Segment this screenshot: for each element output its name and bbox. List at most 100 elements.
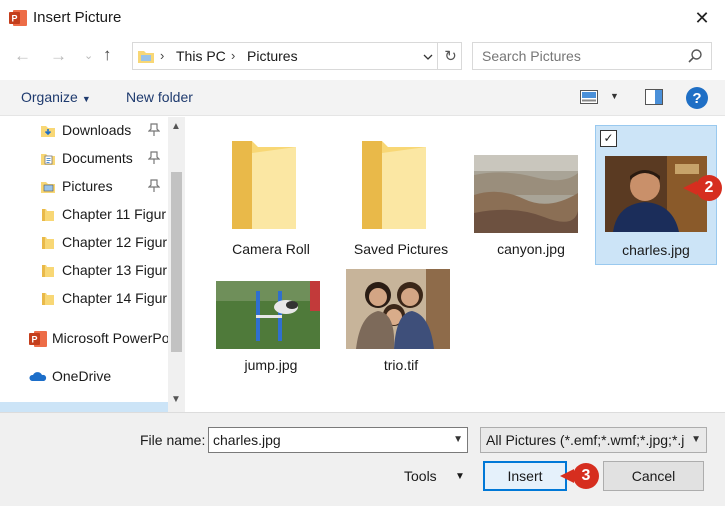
callout-arrow: [683, 181, 697, 195]
caret-down-icon: ▼: [81, 94, 91, 104]
breadcrumb-separator: ›: [231, 48, 236, 63]
sidebar-item-label: Chapter 11 Figur: [62, 206, 167, 222]
file-name: Camera Roll: [232, 241, 310, 257]
navigation-bar: ← → ⌄ ↑ › This PC › Pictures ↻ Search Pi…: [0, 38, 725, 74]
canyon-thumbnail: [474, 155, 578, 233]
back-button[interactable]: ←: [14, 46, 31, 66]
powerpoint-icon: P: [9, 10, 27, 26]
change-view-icon[interactable]: [580, 90, 598, 104]
documents-folder-icon: [41, 154, 55, 165]
sidebar-item-label: Downloads: [62, 122, 132, 138]
step-callout-3: 3: [573, 463, 599, 489]
jump-thumbnail: [216, 281, 320, 349]
breadcrumb-pictures[interactable]: Pictures: [247, 48, 298, 64]
pictures-folder-icon: [41, 182, 55, 193]
up-button[interactable]: ↑: [103, 45, 112, 65]
help-icon[interactable]: ?: [686, 87, 708, 109]
sidebar-item-label: Chapter 13 Figur: [62, 262, 168, 278]
close-button[interactable]: ✕: [679, 0, 725, 36]
sidebar-item-label: Documents: [62, 150, 133, 166]
sidebar-item-label: Pictures: [62, 178, 113, 194]
sidebar-item-chapter-13[interactable]: Chapter 13 Figur: [0, 257, 168, 285]
sidebar-item-label: OneDrive: [52, 368, 112, 384]
file-item-jump[interactable]: jump.jpg: [210, 265, 332, 405]
file-name: jump.jpg: [244, 357, 298, 373]
sidebar-scrollbar[interactable]: ▲ ▼: [168, 117, 185, 412]
folder-icon: [232, 141, 296, 229]
address-dropdown[interactable]: [419, 49, 437, 65]
selection-checkbox[interactable]: ✓: [600, 130, 617, 147]
scroll-down-icon[interactable]: ▼: [171, 394, 181, 405]
cancel-button[interactable]: Cancel: [603, 461, 704, 491]
file-item-trio[interactable]: trio.tif: [340, 265, 462, 405]
onedrive-icon: [29, 372, 47, 381]
pin-icon: [148, 151, 160, 164]
pin-icon: [148, 179, 160, 192]
sidebar-item-label: Chapter 14 Figur: [62, 290, 168, 306]
search-box[interactable]: Search Pictures: [472, 42, 712, 70]
download-folder-icon: [41, 126, 55, 137]
sidebar-item-label: Chapter 12 Figur: [62, 234, 168, 250]
file-name-value[interactable]: charles.jpg: [213, 432, 281, 448]
organize-label: Organize: [21, 89, 78, 105]
breadcrumb-separator: ›: [160, 48, 165, 63]
pictures-folder-icon: [138, 51, 154, 63]
refresh-button[interactable]: ↻: [437, 43, 463, 69]
window-title: Insert Picture: [33, 9, 122, 26]
sidebar-item-documents[interactable]: Documents: [0, 145, 168, 173]
refresh-icon: ↻: [444, 48, 457, 65]
sidebar-item-label: Microsoft PowerPo: [52, 330, 170, 346]
file-item-camera-roll[interactable]: Camera Roll: [210, 125, 332, 265]
file-item-saved-pictures[interactable]: Saved Pictures: [340, 125, 462, 265]
chevron-down-icon: [423, 54, 433, 60]
sidebar-item-chapter-11[interactable]: Chapter 11 Figur: [0, 201, 168, 229]
preview-pane-icon[interactable]: [645, 89, 663, 105]
tools-caret-icon[interactable]: ▼: [455, 471, 465, 482]
folder-icon: [42, 293, 54, 305]
insert-button[interactable]: Insert: [483, 461, 567, 491]
file-name: Saved Pictures: [353, 241, 449, 257]
pin-icon: [148, 123, 160, 136]
view-options-caret[interactable]: ▼: [610, 91, 619, 101]
sidebar-item-chapter-12[interactable]: Chapter 12 Figur: [0, 229, 168, 257]
powerpoint-icon: P: [29, 331, 47, 347]
file-name: trio.tif: [383, 357, 419, 373]
breadcrumb-this-pc[interactable]: This PC: [176, 48, 226, 64]
callout-arrow: [560, 469, 574, 483]
navigation-pane: Downloads Documents Pictures Chapter 11 …: [0, 117, 186, 412]
file-type-value: All Pictures (*.emf;*.wmf;*.jpg;*.j: [486, 432, 685, 448]
new-folder-button[interactable]: New folder: [126, 89, 193, 105]
file-type-select[interactable]: All Pictures (*.emf;*.wmf;*.jpg;*.j ▼: [480, 427, 707, 453]
file-name-label: File name:: [140, 432, 206, 448]
sidebar-item-chapter-14[interactable]: Chapter 14 Figur: [0, 285, 168, 313]
scrollbar-thumb[interactable]: [171, 172, 182, 352]
sidebar-item-pictures[interactable]: Pictures: [0, 173, 168, 201]
recent-locations-button[interactable]: ⌄: [84, 49, 93, 62]
sidebar-item-this-pc[interactable]: [0, 402, 168, 412]
command-bar: Organize ▼ New folder ▼ ?: [0, 80, 725, 116]
title-bar: P Insert Picture ✕: [0, 0, 725, 36]
file-name-field[interactable]: charles.jpg ▼: [208, 427, 468, 453]
folder-icon: [42, 265, 54, 277]
file-name: canyon.jpg: [497, 241, 565, 257]
address-bar[interactable]: › This PC › Pictures ↻: [132, 42, 462, 70]
close-icon: ✕: [694, 7, 710, 28]
folder-icon: [42, 209, 54, 221]
svg-text:P: P: [11, 14, 17, 24]
folder-icon: [42, 237, 54, 249]
forward-button[interactable]: →: [50, 46, 67, 66]
file-name: charles.jpg: [622, 242, 690, 258]
organize-button[interactable]: Organize ▼: [21, 89, 91, 105]
sidebar-item-downloads[interactable]: Downloads: [0, 117, 168, 145]
sidebar-item-onedrive[interactable]: OneDrive: [0, 363, 168, 391]
step-callout-2: 2: [696, 175, 722, 201]
scroll-up-icon[interactable]: ▲: [171, 121, 181, 132]
tools-button[interactable]: Tools: [404, 468, 437, 484]
folder-icon: [362, 141, 426, 229]
sidebar-item-powerpoint[interactable]: P Microsoft PowerPo: [0, 325, 170, 353]
search-input[interactable]: Search Pictures: [482, 48, 581, 64]
trio-thumbnail: [346, 269, 450, 349]
file-item-canyon[interactable]: canyon.jpg: [470, 125, 592, 265]
file-list: Camera Roll Saved Pictures canyon.jpg ✓: [190, 117, 725, 412]
chevron-down-icon[interactable]: ▼: [453, 434, 463, 445]
